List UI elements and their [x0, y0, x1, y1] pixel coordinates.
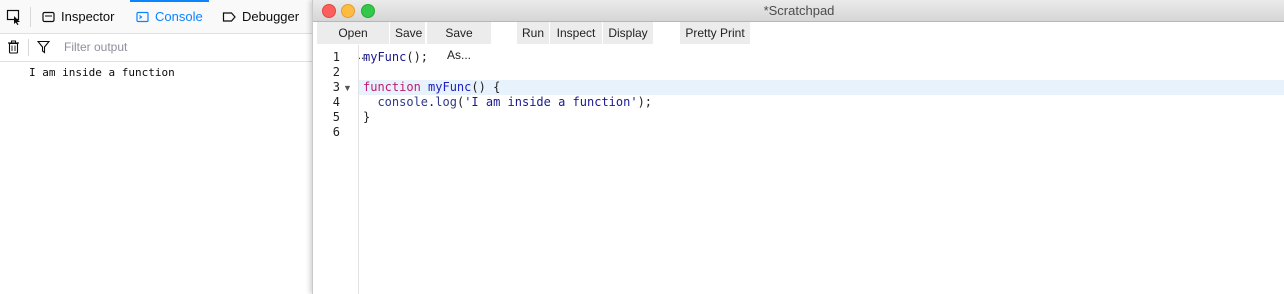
- tab-debugger-label: Debugger: [242, 9, 300, 24]
- code-line: myFunc();: [359, 50, 1284, 65]
- gutter-line: 6: [313, 125, 358, 140]
- line-number: 1: [332, 50, 340, 64]
- code-token: () {: [471, 80, 501, 94]
- tab-divider: [30, 7, 31, 27]
- line-number: 6: [332, 125, 340, 139]
- display-button[interactable]: Display: [603, 22, 653, 44]
- run-button[interactable]: Run: [517, 22, 549, 44]
- tab-console-label: Console: [155, 9, 203, 24]
- inspect-button[interactable]: Inspect: [550, 22, 602, 44]
- console-message: I am inside a function: [29, 66, 175, 79]
- debugger-icon: [222, 11, 236, 22]
- filter-output-input[interactable]: [58, 38, 310, 56]
- code-token: ();: [406, 50, 429, 64]
- open-file-button[interactable]: Open File...: [317, 22, 389, 62]
- save-button[interactable]: Save: [390, 22, 425, 44]
- code-line-active: function myFunc() {: [359, 80, 1284, 95]
- line-number: 4: [332, 95, 340, 109]
- line-number: 2: [332, 65, 340, 79]
- code-token: }: [363, 110, 371, 124]
- code-token: myFunc: [363, 50, 407, 64]
- scratchpad-toolbar: Open File... Save Save As... Run Inspect…: [313, 22, 1284, 62]
- window-title-bar: *Scratchpad: [313, 0, 1284, 22]
- code-token: );: [637, 95, 653, 109]
- line-number: 5: [332, 110, 340, 124]
- minimize-window-button[interactable]: [341, 4, 355, 18]
- window-title: *Scratchpad: [763, 3, 835, 18]
- tab-debugger[interactable]: Debugger: [222, 0, 299, 33]
- gutter-line: 5: [313, 110, 358, 125]
- pretty-print-button[interactable]: Pretty Print: [680, 22, 750, 44]
- console-output: I am inside a function: [0, 62, 312, 80]
- code-token: log: [435, 95, 457, 109]
- filter-funnel-icon: [36, 40, 51, 59]
- gutter-line: 3 ▼: [313, 80, 358, 95]
- code-line: }: [359, 110, 1284, 125]
- code-token: 'I am inside a function': [464, 95, 638, 109]
- element-picker-icon[interactable]: [6, 9, 22, 25]
- code-editor[interactable]: 1 2 3 ▼ 4 5 6 myFunc(); function myFunc()…: [313, 45, 1284, 294]
- devtools-tab-bar: Inspector Console Debugger: [0, 0, 312, 34]
- console-toolbar: [0, 34, 312, 62]
- line-number-gutter: 1 2 3 ▼ 4 5 6: [313, 45, 359, 294]
- tab-inspector-label: Inspector: [61, 9, 115, 24]
- inspector-icon: [42, 11, 55, 22]
- code-token: function: [363, 80, 421, 94]
- tab-inspector[interactable]: Inspector: [42, 0, 114, 33]
- close-window-button[interactable]: [322, 4, 336, 18]
- code-token: myFunc: [428, 80, 472, 94]
- gutter-line: 4: [313, 95, 358, 110]
- code-line: console.log('I am inside a function');: [359, 95, 1284, 110]
- zoom-window-button[interactable]: [361, 4, 375, 18]
- line-number: 3: [332, 80, 340, 94]
- toolbar-divider: [28, 39, 29, 56]
- clear-console-trash-icon[interactable]: [7, 40, 20, 59]
- devtools-panel: Inspector Console Debugger I am inside a…: [0, 0, 312, 294]
- gutter-line: 1: [313, 50, 358, 65]
- scratchpad-window: *Scratchpad Open File... Save Save As...…: [312, 0, 1284, 294]
- console-icon: [136, 11, 149, 22]
- tab-console[interactable]: Console: [130, 0, 209, 33]
- code-token: console: [377, 95, 429, 109]
- fold-triangle-icon[interactable]: ▼: [343, 81, 352, 96]
- gutter-line: 2: [313, 65, 358, 80]
- save-as-button[interactable]: Save As...: [427, 22, 491, 62]
